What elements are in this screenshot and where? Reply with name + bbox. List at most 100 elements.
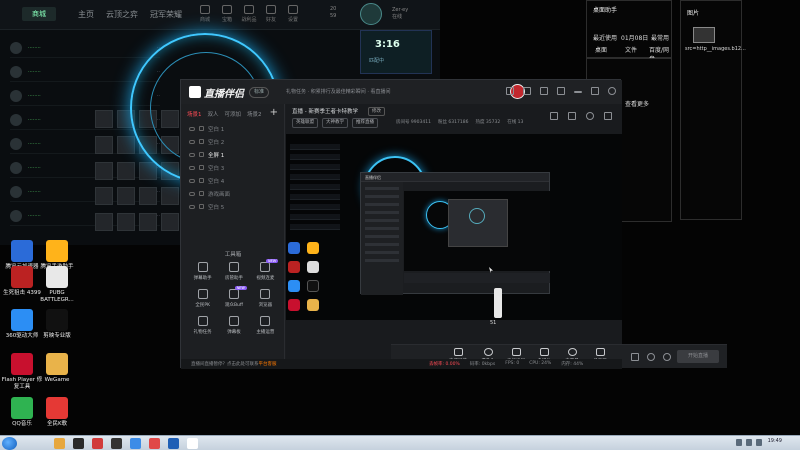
maximize-icon[interactable] xyxy=(591,87,599,95)
desktop-icon[interactable]: WeGame xyxy=(35,353,79,384)
tool-button[interactable]: NEW 视频连麦 xyxy=(250,259,281,281)
volume-icon[interactable] xyxy=(746,439,752,446)
minimize-icon[interactable] xyxy=(574,91,582,93)
avatar[interactable] xyxy=(360,3,382,25)
eye-icon[interactable] xyxy=(189,191,195,196)
desktop-icon[interactable]: PUBG BATTLEGR... xyxy=(35,266,79,304)
image-filename[interactable]: src=http__images.b12... xyxy=(685,46,746,53)
tab-addable[interactable]: 可添加 xyxy=(225,110,242,118)
lock-icon[interactable] xyxy=(199,126,204,131)
tab-scene-1[interactable]: 场景1 xyxy=(187,110,202,118)
gear-icon[interactable] xyxy=(663,353,671,361)
nested-titlebar: 直播伴侣 xyxy=(361,173,549,182)
scene-item[interactable]: 全屏 1 xyxy=(185,148,281,161)
eye-icon[interactable] xyxy=(189,152,195,157)
main-toolbar-icons xyxy=(550,112,612,120)
taskbar-app-icon[interactable] xyxy=(54,438,65,449)
desktop-icon-label: WeGame xyxy=(44,377,70,383)
taskbar-clock[interactable]: 19:49 xyxy=(768,438,782,444)
game-nav-honor[interactable]: 冠军荣耀 xyxy=(150,9,182,20)
layout-icon[interactable] xyxy=(550,112,558,120)
tool-button[interactable]: 主播运营 xyxy=(250,316,281,335)
notice-ticker[interactable]: 礼物任务 · 积累排行及最佳精彩瞬间 · 看直播间 xyxy=(286,88,391,95)
lock-icon[interactable] xyxy=(199,178,204,183)
tool-button[interactable]: 礼物任务 xyxy=(187,316,218,335)
category-chip[interactable]: 英雄联盟 xyxy=(292,118,318,128)
support-link[interactable]: 平台客服 xyxy=(259,362,277,367)
lock-icon[interactable] xyxy=(199,204,204,209)
edit-room-button[interactable]: 修改 xyxy=(368,107,385,116)
lock-icon[interactable] xyxy=(199,165,204,170)
taskbar-app-icon[interactable] xyxy=(130,438,141,449)
lock-icon[interactable] xyxy=(199,139,204,144)
scene-item[interactable]: 空白 3 xyxy=(185,161,281,174)
game-icon-chest[interactable]: 宝箱 xyxy=(219,4,235,26)
game-nav-home[interactable]: 主页 xyxy=(78,9,94,20)
scene-item[interactable]: 空白 4 xyxy=(185,174,281,187)
frequent-label[interactable]: 最常用 xyxy=(651,33,669,42)
tab-duo[interactable]: 双人 xyxy=(208,110,219,118)
recent-label[interactable]: 最近使用 xyxy=(593,33,617,42)
tool-button[interactable]: 浏览器 xyxy=(250,289,281,308)
network-icon[interactable] xyxy=(736,439,742,446)
eye-icon[interactable] xyxy=(189,204,195,209)
tag-chip[interactable]: 大神教学 xyxy=(322,118,348,128)
game-store-button[interactable]: 商城 xyxy=(22,7,56,21)
version-badge[interactable]: 标准 xyxy=(249,87,270,98)
eye-icon[interactable] xyxy=(189,178,195,183)
add-scene-button[interactable]: + xyxy=(270,107,278,118)
more-link[interactable]: 查看更多 xyxy=(625,99,649,108)
desktop-link[interactable]: 桌面 xyxy=(595,45,607,54)
scene-item[interactable]: 游戏画面 xyxy=(185,187,281,200)
tool-button[interactable]: 弹幕板 xyxy=(218,316,249,335)
taskbar-app-icon[interactable] xyxy=(92,438,103,449)
record-icon[interactable] xyxy=(568,112,576,120)
taskbar-app-icon[interactable] xyxy=(187,438,198,449)
skin-icon[interactable] xyxy=(523,87,531,95)
tool-button[interactable]: 房管助手 xyxy=(218,262,249,281)
beauty-icon[interactable] xyxy=(647,353,655,361)
game-nav-tft[interactable]: 云顶之弈 xyxy=(106,9,138,20)
taskbar-app-icon[interactable] xyxy=(168,438,179,449)
menu-icon[interactable] xyxy=(557,87,565,95)
image-thumbnail[interactable] xyxy=(693,27,715,43)
ime-icon[interactable] xyxy=(756,439,762,446)
tab-scene-2[interactable]: 场景2 xyxy=(247,110,262,118)
list-item[interactable]: ········ ·· xyxy=(10,38,160,58)
eye-icon[interactable] xyxy=(189,139,195,144)
live-preview[interactable]: 直播伴侣 xyxy=(286,134,622,320)
scene-item[interactable]: 空白 2 xyxy=(185,135,281,148)
desktop-icon[interactable]: 全民K歌 xyxy=(35,397,79,428)
tool-button[interactable]: 弹幕助手 xyxy=(187,262,218,281)
game-icon-loot[interactable]: 战利品 xyxy=(241,4,257,26)
start-live-button[interactable]: 开始直播 xyxy=(677,350,719,363)
lock-icon[interactable] xyxy=(199,191,204,196)
lock-icon[interactable] xyxy=(199,152,204,157)
scene-item[interactable]: 空白 5 xyxy=(185,200,281,213)
tool-label: 观众Buff xyxy=(224,303,244,308)
scene-item[interactable]: 空白 1 xyxy=(185,122,281,135)
speaker-volume-slider[interactable] xyxy=(494,288,502,318)
game-icon-store[interactable]: 商城 xyxy=(197,4,213,26)
bell-icon[interactable] xyxy=(586,112,594,120)
taskbar-app-icon[interactable] xyxy=(149,438,160,449)
tool-label: 浏览器 xyxy=(258,303,273,308)
tool-button[interactable]: NEW 观众Buff xyxy=(218,286,249,308)
start-button[interactable] xyxy=(2,437,17,450)
taskbar-app-icon[interactable] xyxy=(73,438,84,449)
settings-icon[interactable] xyxy=(540,87,548,95)
recommend-chip[interactable]: 推荐直播 xyxy=(352,118,378,128)
tool-button[interactable]: 全民PK xyxy=(187,289,218,308)
taskbar-app-icon[interactable] xyxy=(111,438,122,449)
eye-icon[interactable] xyxy=(189,165,195,170)
app-icon xyxy=(11,266,33,288)
share-icon[interactable] xyxy=(604,112,612,120)
game-icon-friends[interactable]: 好友 xyxy=(263,4,279,26)
close-icon[interactable] xyxy=(608,87,616,95)
files-link[interactable]: 文件 xyxy=(625,45,637,54)
message-icon[interactable] xyxy=(506,87,514,95)
desktop-icon[interactable]: 剪映专业版 xyxy=(35,309,79,340)
camera-settings-icon[interactable] xyxy=(631,353,639,361)
game-icon-settings[interactable]: 设置 xyxy=(285,4,301,26)
eye-icon[interactable] xyxy=(189,126,195,131)
